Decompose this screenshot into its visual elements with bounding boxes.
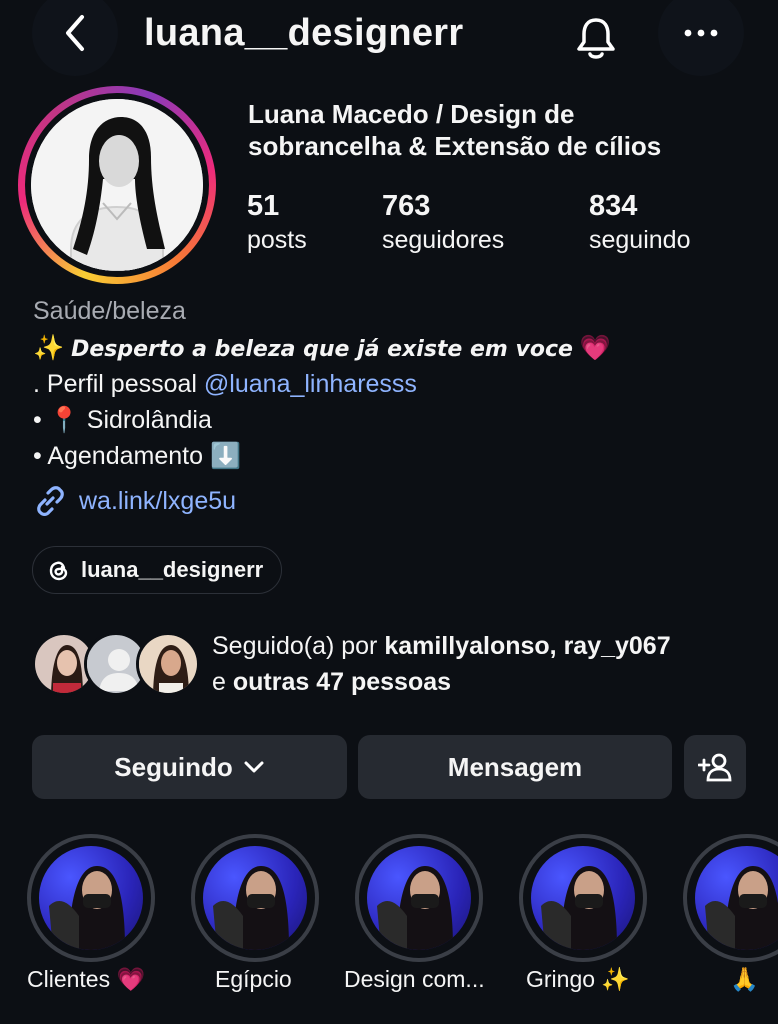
profile-link[interactable]: wa.link/lxge5u bbox=[33, 484, 236, 518]
stat-followers[interactable]: 763 seguidores bbox=[382, 188, 504, 256]
profile-link-text: wa.link/lxge5u bbox=[79, 486, 237, 515]
stat-posts[interactable]: 51 posts bbox=[247, 188, 307, 256]
bio-location: • 📍 Sidrolândia bbox=[33, 406, 212, 434]
threads-icon bbox=[49, 561, 68, 581]
followers-label: seguidores bbox=[382, 226, 505, 254]
highlight-cover bbox=[367, 846, 471, 950]
story-highlight[interactable] bbox=[519, 834, 647, 962]
more-options-button[interactable] bbox=[658, 0, 744, 76]
followers-count: 763 bbox=[382, 190, 431, 222]
bio-booking: • Agendamento ⬇️ bbox=[33, 442, 242, 470]
highlight-label: 🙏 bbox=[730, 966, 759, 992]
highlight-label: Gringo ✨ bbox=[526, 966, 631, 992]
back-button[interactable] bbox=[32, 0, 118, 76]
display-name-line1: Luana Macedo / Design de bbox=[248, 99, 575, 129]
following-button-label: Seguindo bbox=[114, 751, 233, 782]
highlight-ring bbox=[355, 834, 483, 962]
highlight-label: Egípcio bbox=[215, 966, 292, 992]
highlight-cover bbox=[39, 846, 143, 950]
followed-by-names: kamillyalonso, ray_y067 bbox=[384, 632, 671, 660]
add-person-icon bbox=[698, 753, 732, 782]
story-highlight[interactable] bbox=[683, 834, 778, 962]
posts-count: 51 bbox=[247, 190, 280, 222]
link-icon bbox=[37, 486, 64, 516]
profile-avatar[interactable] bbox=[18, 86, 216, 284]
highlight-cover bbox=[695, 846, 778, 950]
more-horizontal-icon bbox=[684, 29, 718, 37]
chevron-down-icon bbox=[244, 761, 264, 773]
highlight-ring bbox=[519, 834, 647, 962]
display-name-line2: sobrancelha & Extensão de cílios bbox=[248, 131, 662, 161]
sparkles-emoji: ✨ bbox=[33, 334, 65, 362]
highlight-ring bbox=[191, 834, 319, 962]
bio-tagline-text: Desperto a beleza que já existe em voce bbox=[71, 337, 573, 362]
highlight-label: Design com... bbox=[344, 966, 485, 992]
followed-by-prefix: Seguido(a) por bbox=[212, 632, 385, 660]
profile-category: Saúde/beleza bbox=[33, 297, 186, 325]
stat-following[interactable]: 834 seguindo bbox=[589, 188, 690, 256]
followed-by-section[interactable]: Seguido(a) por kamillyalonso, ray_y067 e… bbox=[32, 628, 752, 700]
message-button[interactable]: Mensagem bbox=[358, 735, 672, 799]
highlight-ring bbox=[27, 834, 155, 962]
highlight-label: Clientes 💗 bbox=[27, 966, 146, 992]
threads-handle: luana__designerr bbox=[81, 557, 264, 582]
followed-by-line2-prefix: e bbox=[212, 668, 233, 696]
bio-tagline: ✨ Desperto a beleza que já existe em voc… bbox=[33, 332, 611, 366]
story-highlight[interactable] bbox=[27, 834, 155, 962]
followed-by-text: Seguido(a) por kamillyalonso, ray_y067 e… bbox=[212, 628, 671, 700]
following-button[interactable]: Seguindo bbox=[32, 735, 347, 799]
heart-emoji: 💗 bbox=[579, 334, 612, 362]
highlight-cover bbox=[531, 846, 635, 950]
message-button-label: Mensagem bbox=[447, 751, 583, 782]
followed-by-others: outras 47 pessoas bbox=[232, 668, 452, 696]
highlight-cover bbox=[203, 846, 307, 950]
following-label: seguindo bbox=[589, 226, 691, 254]
chevron-left-icon bbox=[66, 15, 84, 51]
notifications-button[interactable] bbox=[556, 0, 636, 76]
bio-line2-text: . Perfil pessoal bbox=[33, 370, 204, 398]
following-count: 834 bbox=[589, 190, 638, 222]
profile-username: luana__designerr bbox=[144, 12, 464, 54]
bell-icon bbox=[577, 18, 615, 59]
bio-personal-profile: . Perfil pessoal @luana_linharesss bbox=[33, 368, 417, 400]
story-highlight[interactable] bbox=[355, 834, 483, 962]
story-highlight[interactable] bbox=[191, 834, 319, 962]
highlight-ring bbox=[683, 834, 778, 962]
profile-header: luana__designerr bbox=[0, 0, 778, 76]
suggest-users-button[interactable] bbox=[684, 735, 746, 799]
profile-display-name: Luana Macedo / Design de sobrancelha & E… bbox=[248, 98, 748, 162]
posts-label: posts bbox=[247, 226, 307, 254]
bio-mention-link[interactable]: @luana_linharesss bbox=[204, 370, 417, 398]
profile-photo bbox=[31, 99, 203, 271]
follower-avatar bbox=[136, 632, 200, 696]
threads-badge[interactable]: luana__designerr bbox=[32, 546, 283, 594]
